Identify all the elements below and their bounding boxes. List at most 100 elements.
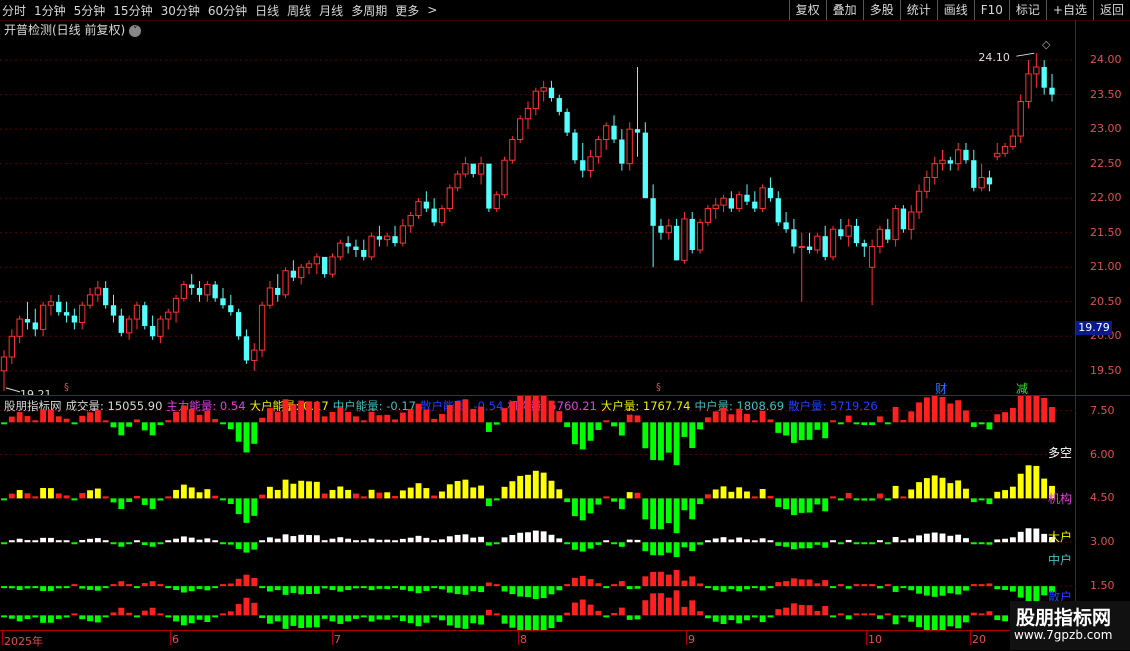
indicator-bar <box>571 498 578 517</box>
period-tab-0[interactable]: 分时 <box>2 2 26 19</box>
diamond-icon: ◇ <box>1042 38 1051 51</box>
candle-body <box>376 236 383 240</box>
indicator-bar <box>439 615 445 621</box>
indicator-bar <box>759 586 766 591</box>
action-button-5[interactable]: F10 <box>973 0 1009 20</box>
indicator-bar <box>963 615 969 623</box>
action-button-8[interactable]: 返回 <box>1092 0 1130 20</box>
period-tab-3[interactable]: 15分钟 <box>113 2 152 19</box>
indicator-bar <box>783 607 790 616</box>
indicator-bar <box>501 486 508 499</box>
date-tick <box>866 631 867 645</box>
candle-body <box>251 349 258 361</box>
indicator-bar <box>790 578 797 587</box>
indicator-bar <box>665 574 672 587</box>
indicator-bar <box>1009 586 1016 592</box>
indicator-bar <box>720 407 727 423</box>
candle-body <box>908 211 915 230</box>
period-tab-2[interactable]: 5分钟 <box>74 2 106 19</box>
candle-body <box>243 336 250 361</box>
indicator-bar <box>157 422 164 426</box>
period-tab-5[interactable]: 60分钟 <box>208 2 247 19</box>
indicator-bar <box>751 496 758 499</box>
indicator-bar <box>141 583 148 587</box>
indicator-bar <box>689 498 696 520</box>
action-button-0[interactable]: 复权 <box>788 0 826 20</box>
candle-body <box>8 335 15 358</box>
indicator-bar <box>454 534 461 543</box>
indicator-bar <box>259 540 266 543</box>
indicator-bar <box>877 615 883 619</box>
indicator-bar <box>462 399 469 423</box>
indicator-bar <box>47 537 54 543</box>
chevron-down-icon[interactable]: ˅ <box>129 25 142 37</box>
action-button-3[interactable]: 统计 <box>899 0 937 20</box>
period-tab-10[interactable]: 更多 <box>395 2 419 19</box>
candlestick-chart[interactable]: 24.10 19.21 ◇ § § 财 减 <box>0 38 1076 395</box>
high-label: 24.10 <box>978 51 1010 64</box>
indicator-bar <box>744 615 750 621</box>
indicator-bar <box>798 542 805 549</box>
indicator-bar <box>87 490 93 499</box>
indicator-bar <box>141 498 148 505</box>
indicator-chart[interactable] <box>0 396 1076 630</box>
indicator-bar <box>532 396 539 423</box>
candle-body <box>994 152 1001 158</box>
action-button-1[interactable]: 叠加 <box>825 0 863 20</box>
main-chart-title[interactable]: 开普检测(日线 前复权) ˅ <box>4 21 142 38</box>
period-tab-8[interactable]: 月线 <box>319 2 343 19</box>
candle-body <box>619 139 625 164</box>
indicator-bar <box>446 536 453 543</box>
candle-body <box>704 208 712 223</box>
period-tab-6[interactable]: 日线 <box>255 2 279 19</box>
indicator-bar <box>227 422 234 430</box>
indicator-bar <box>501 408 508 423</box>
more-arrow-icon[interactable]: > <box>427 3 437 17</box>
indicator-bar <box>298 615 305 629</box>
indicator-bar <box>165 615 172 618</box>
indicator-bar <box>783 422 790 436</box>
indicator-bar <box>243 542 250 553</box>
indicator-bar <box>1041 586 1048 596</box>
indicator-bar <box>697 498 703 505</box>
action-button-4[interactable]: 画线 <box>936 0 974 20</box>
indicator-bar <box>650 571 657 587</box>
candle-body <box>24 319 31 323</box>
indicator-bar <box>955 480 962 499</box>
indicator-bar <box>970 584 977 587</box>
indicator-bar <box>845 415 852 423</box>
indicator-bar <box>243 422 250 453</box>
indicator-bar <box>204 410 211 423</box>
indicator-bar <box>360 615 367 618</box>
indicator-bar <box>916 535 922 543</box>
period-tab-1[interactable]: 1分钟 <box>34 2 66 19</box>
indicator-bar <box>423 488 430 499</box>
indicator-bar <box>102 586 109 589</box>
action-button-6[interactable]: 标记 <box>1008 0 1046 20</box>
indicator-bar <box>446 484 453 499</box>
indicator-bar <box>775 542 782 546</box>
indicator-bar <box>681 606 688 616</box>
candle-body <box>587 156 594 172</box>
action-button-7[interactable]: +自选 <box>1045 0 1093 20</box>
candle-body <box>407 214 414 227</box>
period-tab-7[interactable]: 周线 <box>287 2 311 19</box>
indicator-bar <box>63 586 70 589</box>
action-button-2[interactable]: 多股 <box>862 0 900 20</box>
indicator-bar <box>470 586 477 592</box>
stock-title: 开普检测(日线 前复权) <box>4 23 126 37</box>
indicator-bar <box>697 422 703 430</box>
indicator-bar <box>321 416 328 423</box>
indicator-bar <box>540 472 547 499</box>
indicator-bar <box>556 489 563 499</box>
indicator-bar <box>235 578 242 587</box>
indicator-bar <box>360 496 367 499</box>
indicator-bar <box>266 615 273 624</box>
period-tab-9[interactable]: 多周期 <box>351 2 387 19</box>
indicator-bar <box>415 535 422 543</box>
indicator-bar <box>251 577 258 587</box>
indicator-bar <box>462 534 469 543</box>
indicator-bar <box>204 586 211 591</box>
period-tab-4[interactable]: 30分钟 <box>161 2 200 19</box>
indicator-bar <box>126 422 133 427</box>
